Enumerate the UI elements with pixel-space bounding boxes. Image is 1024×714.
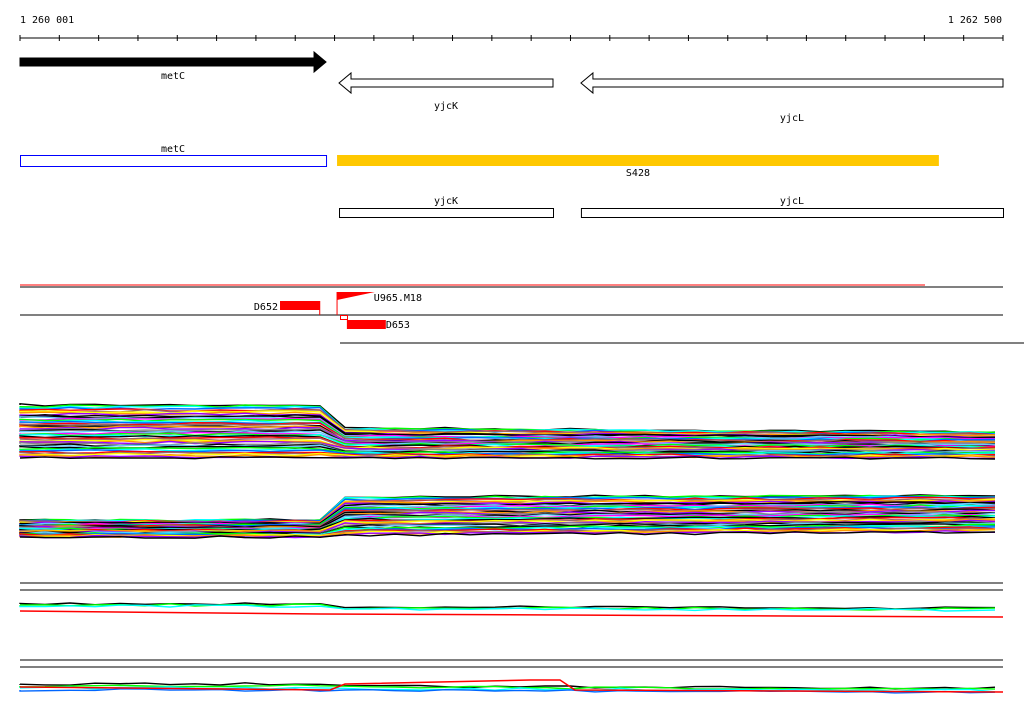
gene-label: metC — [161, 71, 185, 82]
element-junction — [340, 315, 348, 320]
gene-track: metC yjcK yjcL — [19, 50, 1004, 124]
ruler-start-label: 1 260 001 — [20, 15, 74, 26]
cds-box-yjcL[interactable] — [580, 208, 1004, 218]
element-D652[interactable] — [280, 301, 320, 310]
cds-label: yjcK — [434, 196, 458, 207]
element-label: U965.M18 — [374, 293, 422, 304]
transcript-track: S428 — [337, 155, 939, 179]
coordinate-ruler: 1 260 001 1 262 500 — [19, 15, 1004, 41]
gene-arrow-yjcL[interactable] — [580, 71, 1004, 95]
element-D653[interactable] — [346, 320, 386, 329]
expression-signal-tracks — [19, 403, 1004, 694]
gene-label: yjcL — [780, 113, 804, 124]
cds-label: metC — [161, 144, 185, 155]
element-label: D653 — [386, 320, 410, 331]
genome-browser-canvas[interactable]: 1 260 001 1 262 500 metC yjcK yjcL metC yjc… — [0, 0, 1024, 714]
element-U965-M18[interactable] — [337, 292, 375, 300]
gene-label: yjcK — [434, 101, 458, 112]
cds-box-yjcK[interactable] — [339, 208, 554, 218]
gene-arrow-metC[interactable] — [19, 50, 327, 74]
transcript-bar-S428[interactable] — [337, 155, 939, 166]
element-track: D652 U965.M18 D653 — [20, 284, 1024, 344]
cds-box-metC[interactable] — [20, 155, 328, 167]
signal-line-red — [19, 610, 1004, 618]
element-label: D652 — [254, 302, 278, 313]
ruler-end-label: 1 262 500 — [948, 15, 1002, 26]
transcript-label: S428 — [626, 168, 650, 179]
cds-label: yjcL — [780, 196, 804, 207]
gene-arrow-yjcK[interactable] — [338, 71, 554, 95]
